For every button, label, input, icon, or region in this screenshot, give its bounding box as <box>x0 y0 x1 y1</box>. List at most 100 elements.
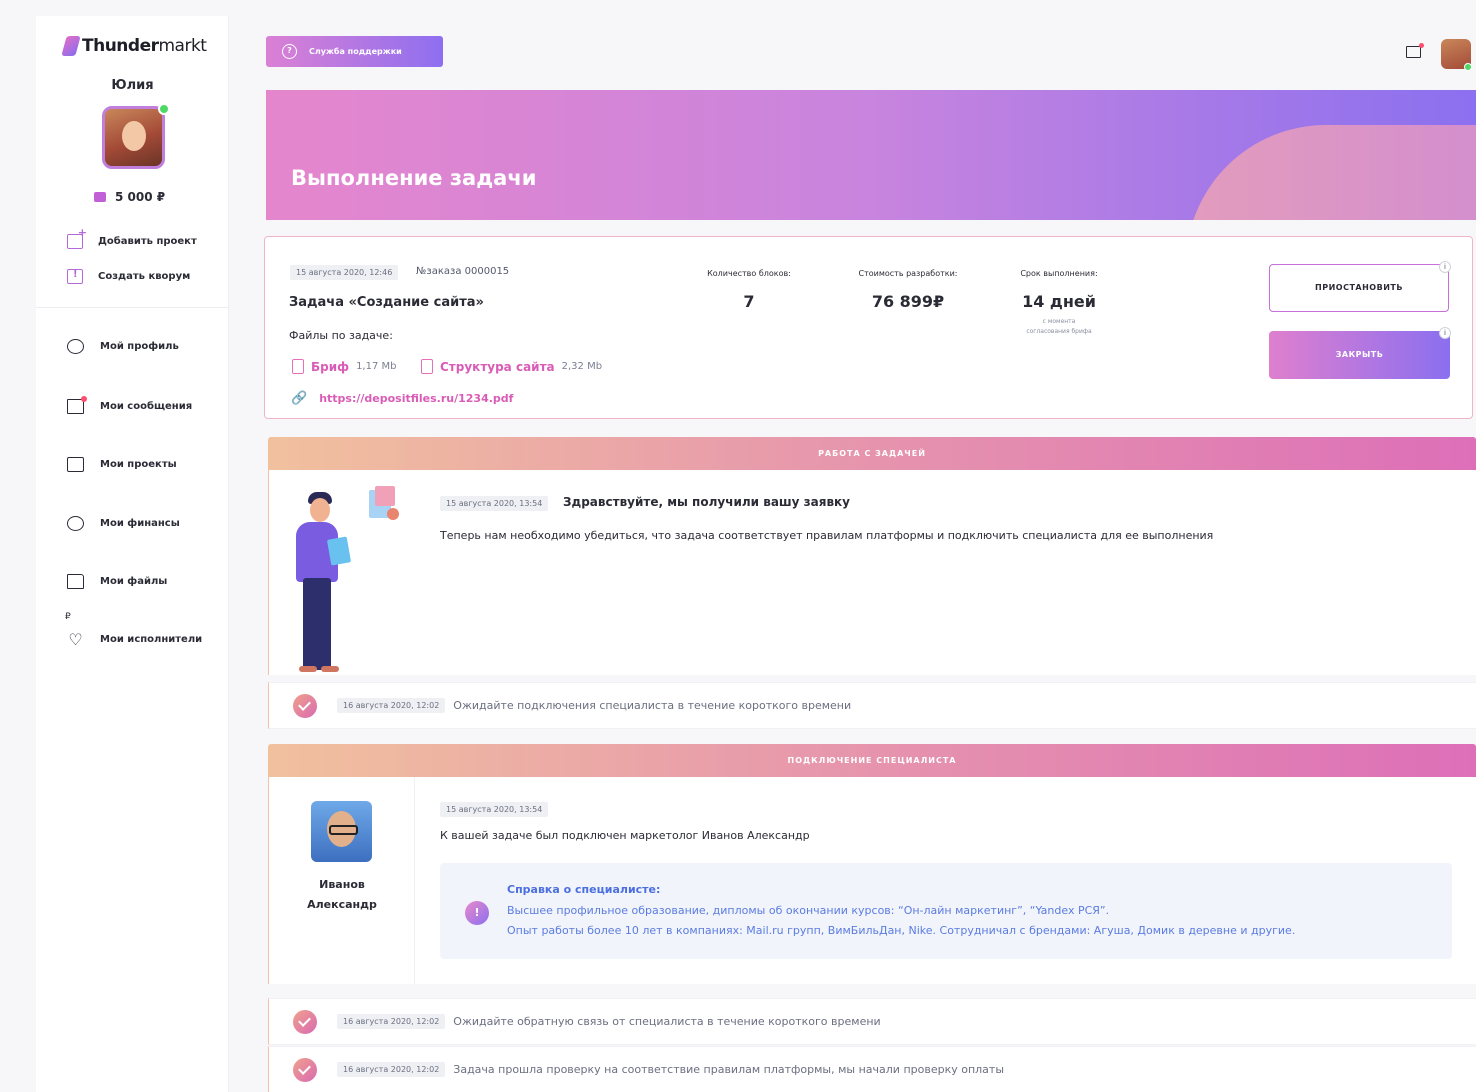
sidebar-item-label: Мои проекты <box>100 459 177 470</box>
file-name: Бриф <box>311 359 350 374</box>
specialist-reference: ! Справка о специалисте: Высшее профильн… <box>440 863 1452 959</box>
sidebar-item-label: Мой профиль <box>100 341 179 352</box>
section-body-work: 15 августа 2020, 13:54 Здравствуйте, мы … <box>268 470 1476 675</box>
stat-label: Стоимость разработки: <box>858 269 958 278</box>
quorum-icon <box>67 269 83 284</box>
currency-mark: ₽ <box>65 612 71 622</box>
status-date-badge: 16 августа 2020, 12:02 <box>337 698 446 713</box>
support-button[interactable]: ? Служба поддержки <box>266 36 443 67</box>
status-row: 16 августа 2020, 12:02 Задача прошла про… <box>268 1046 1476 1092</box>
user-avatar[interactable] <box>102 106 165 169</box>
info-icon[interactable]: i <box>1439 261 1451 273</box>
message-text: Теперь нам необходимо убедиться, что зад… <box>440 529 1214 542</box>
reference-title: Справка о специалисте: <box>507 883 661 896</box>
info-icon[interactable]: i <box>1439 327 1451 339</box>
stat-blocks: Количество блоков: 7 <box>699 269 799 311</box>
sidebar-item-finance[interactable]: Мои финансы <box>67 516 180 531</box>
create-quorum-button[interactable]: Создать кворум <box>67 269 190 284</box>
person-shoe <box>299 666 317 672</box>
check-circle-icon <box>293 1057 317 1082</box>
illustration-person <box>291 486 405 675</box>
sidebar-item-performers[interactable]: ♡ Мои исполнители <box>67 630 203 649</box>
task-card: 15 августа 2020, 12:46 №заказа 0000015 З… <box>264 236 1473 419</box>
check-icon <box>387 508 399 520</box>
sidebar-item-projects[interactable]: Мои проекты <box>67 457 177 472</box>
section-body-specialist: Иванов Александр 15 августа 2020, 13:54 К… <box>268 777 1476 984</box>
add-project-button[interactable]: Добавить проект <box>67 226 197 249</box>
status-row: 16 августа 2020, 12:02 Ожидайте подключе… <box>268 682 1476 729</box>
message-text: К вашей задаче был подключен маркетолог … <box>440 829 810 842</box>
pause-button[interactable]: ПРИОСТАНОВИТЬ <box>1269 264 1449 312</box>
task-title: Задача «Создание сайта» <box>289 295 484 310</box>
status-text: Ожидайте обратную связь от специалиста в… <box>453 1015 881 1028</box>
stat-value: 76 899₽ <box>871 292 945 311</box>
stat-label: Количество блоков: <box>707 269 791 278</box>
sidebar-item-messages[interactable]: Мои сообщения <box>67 396 192 414</box>
section-header-specialist: ПОДКЛЮЧЕНИЕ СПЕЦИАЛИСТА <box>268 744 1476 777</box>
question-icon: ? <box>282 44 297 59</box>
stat-deadline: Срок выполнения: 14 дней с момента соглас… <box>1009 269 1109 337</box>
stat-value: 7 <box>743 292 755 311</box>
hero-banner: Выполнение задачи <box>266 90 1476 220</box>
balance[interactable]: 5 000 ₽ <box>94 190 165 204</box>
sidebar-item-files[interactable]: Мои файлы <box>67 574 167 589</box>
sidebar-divider <box>36 307 229 308</box>
files-label: Файлы по задаче: <box>289 329 393 342</box>
stat-label: Срок выполнения: <box>1020 269 1098 278</box>
top-online-status-icon <box>1464 63 1472 71</box>
create-quorum-label: Создать кворум <box>98 271 191 282</box>
sidebar-item-profile[interactable]: Мой профиль <box>67 339 179 354</box>
stat-value: 14 дней <box>1022 292 1096 311</box>
check-circle-icon <box>293 693 317 718</box>
close-task-button[interactable]: ЗАКРЫТЬ <box>1269 331 1450 379</box>
status-date-badge: 16 августа 2020, 12:02 <box>337 1062 446 1077</box>
document-icon <box>375 486 395 506</box>
mail-icon <box>67 396 87 414</box>
person-legs <box>303 578 331 670</box>
logo-mark-icon <box>61 36 81 56</box>
file-structure[interactable]: Структура сайта 2,32 Mb <box>421 359 602 374</box>
sidebar-item-label: Мои исполнители <box>100 634 203 645</box>
sidebar: Thundermarkt Юлия 5 000 ₽ Добавить проек… <box>36 16 229 1092</box>
sidebar-item-label: Мои файлы <box>100 576 168 587</box>
message-date-badge: 15 августа 2020, 13:54 <box>440 802 549 817</box>
balance-value: 5 000 ₽ <box>115 190 166 204</box>
online-status-icon <box>158 103 170 115</box>
file-brief[interactable]: Бриф 1,17 Mb <box>292 359 396 374</box>
support-label: Служба поддержки <box>309 47 402 56</box>
person-head <box>310 498 330 522</box>
finance-icon <box>67 516 84 531</box>
status-row: 16 августа 2020, 12:02 Ожидайте обратную… <box>268 998 1476 1045</box>
check-circle-icon <box>293 1009 317 1034</box>
file-size: 1,17 Mb <box>356 361 397 372</box>
profile-icon <box>67 339 84 354</box>
add-project-label: Добавить проект <box>98 236 197 247</box>
top-mail-icon[interactable] <box>1406 43 1424 58</box>
file-icon <box>292 359 304 374</box>
file-icon <box>421 359 433 374</box>
person-shoe <box>321 666 339 672</box>
specialist-avatar[interactable] <box>311 801 372 862</box>
file-size: 2,32 Mb <box>561 361 603 372</box>
reference-line: Опыт работы более 10 лет в компаниях: Ma… <box>507 924 1296 937</box>
reference-line: Высшее профильное образование, дипломы о… <box>507 904 1110 917</box>
specialist-name: Иванов Александр <box>307 878 377 911</box>
task-link[interactable]: 🔗 https://depositfiles.ru/1234.pdf <box>291 391 513 406</box>
user-name: Юлия <box>111 78 154 93</box>
sidebar-item-label: Мои финансы <box>100 518 180 529</box>
task-date-badge: 15 августа 2020, 12:46 <box>290 265 399 280</box>
hero-decoration <box>1186 125 1476 220</box>
section-header-work: РАБОТА С ЗАДАЧЕЙ <box>268 437 1476 470</box>
specialist-card[interactable]: Иванов Александр <box>269 777 415 984</box>
wallet-icon <box>94 192 106 202</box>
projects-icon <box>67 457 84 472</box>
add-chart-icon <box>67 226 87 249</box>
message-date-badge: 15 августа 2020, 13:54 <box>440 496 549 511</box>
link-text: https://depositfiles.ru/1234.pdf <box>319 392 514 405</box>
status-text: Задача прошла проверку на соответствие п… <box>453 1063 1005 1076</box>
link-icon: 🔗 <box>291 391 308 406</box>
logo[interactable]: Thundermarkt <box>61 36 207 56</box>
tablet-icon <box>326 536 352 566</box>
stat-subtext: с момента согласования брифа <box>1026 318 1092 335</box>
heart-icon: ♡ <box>68 630 83 649</box>
